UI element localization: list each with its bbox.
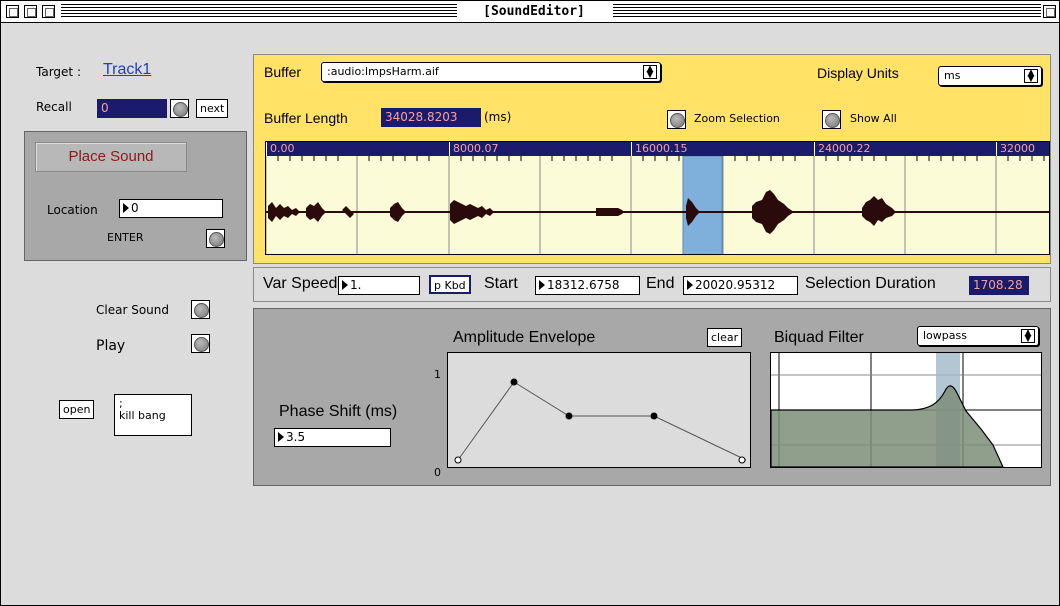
p-kbd-object[interactable]: p Kbd	[429, 275, 471, 294]
show-all-label: Show All	[850, 112, 897, 125]
envelope-point[interactable]	[454, 456, 462, 464]
effects-panel: Phase Shift (ms) 3.5 Amplitude Envelope …	[253, 308, 1051, 486]
title-bar[interactable]: [SoundEditor]	[1, 1, 1059, 23]
zoom-selection-button[interactable]	[667, 110, 686, 129]
filter-type-value: lowpass	[923, 329, 967, 342]
phase-shift-label: Phase Shift (ms)	[279, 403, 398, 420]
recall-button[interactable]	[170, 99, 189, 118]
waveform-view[interactable]: 0.00 8000.07 16000.15 24000.22 32000	[265, 141, 1050, 255]
buffer-file-menu[interactable]: :audio:ImpsHarm.aif ▲ ▼	[321, 62, 661, 82]
phase-shift-number-box[interactable]: 3.5	[274, 428, 391, 447]
waveform-svg	[266, 156, 1049, 254]
number-arrow-icon	[278, 431, 284, 442]
end-number-box[interactable]: 20020.95312	[683, 276, 798, 295]
amp-y-max-label: 1	[434, 368, 441, 381]
zoom-box-icon[interactable]	[1043, 5, 1056, 18]
amplitude-envelope-editor[interactable]	[447, 352, 751, 468]
popup-arrows-icon: ▲ ▼	[1024, 69, 1038, 84]
recall-label: Recall	[36, 100, 72, 114]
display-units-menu[interactable]: ms ▲ ▼	[938, 66, 1042, 86]
place-sound-button[interactable]: Place Sound	[35, 142, 187, 172]
window-title: [SoundEditor]	[459, 3, 609, 21]
display-units-label: Display Units	[817, 65, 899, 81]
title-bar-stripes	[613, 4, 1041, 19]
number-arrow-icon	[539, 279, 545, 290]
sound-editor-window: [SoundEditor] Target : Track1 Recall 0 n…	[0, 0, 1060, 606]
place-sound-panel: Place Sound Location 0 ENTER	[24, 131, 247, 261]
number-arrow-icon	[342, 279, 348, 290]
filter-type-menu[interactable]: lowpass ▲ ▼	[917, 326, 1039, 346]
amp-y-min-label: 0	[434, 466, 441, 479]
zoom-selection-label: Zoom Selection	[694, 112, 780, 125]
clear-sound-label: Clear Sound	[96, 303, 169, 317]
target-link[interactable]: Track1	[103, 61, 151, 79]
buffer-length-unit: (ms)	[484, 110, 512, 124]
ruler-tick-label: 0.00	[266, 142, 295, 156]
buffer-panel: Buffer :audio:ImpsHarm.aif ▲ ▼ Display Un…	[253, 54, 1051, 264]
biquad-filter-graph[interactable]	[770, 352, 1042, 468]
var-speed-number-box[interactable]: 1.	[338, 276, 420, 295]
buffer-file-value: :audio:ImpsHarm.aif	[327, 65, 439, 78]
show-all-button[interactable]	[822, 110, 841, 129]
message-line: kill bang	[119, 409, 166, 422]
filter-response-svg	[771, 353, 1041, 467]
play-button[interactable]	[191, 334, 210, 353]
enter-button[interactable]	[206, 229, 225, 248]
envelope-point[interactable]	[650, 412, 658, 420]
display-units-value: ms	[944, 69, 961, 82]
lock-box-icon[interactable]	[24, 5, 37, 18]
envelope-line	[457, 381, 747, 461]
clear-envelope-button[interactable]: clear	[707, 328, 743, 347]
target-label: Target :	[36, 65, 81, 79]
selection-duration-label: Selection Duration	[805, 275, 936, 292]
time-ruler[interactable]: 0.00 8000.07 16000.15 24000.22 32000	[266, 142, 1049, 156]
var-speed-value: 1.	[350, 278, 362, 292]
location-label: Location	[47, 203, 98, 217]
location-number-box[interactable]: 0	[119, 199, 223, 218]
number-arrow-icon	[123, 202, 129, 213]
number-arrow-icon	[687, 279, 693, 290]
title-bar-stripes	[61, 4, 457, 19]
start-value: 18312.6758	[547, 278, 620, 292]
end-value: 20020.95312	[695, 278, 776, 292]
buffer-length-label: Buffer Length	[264, 110, 348, 126]
message-box[interactable]: ; kill bang	[114, 394, 192, 436]
play-label: Play	[96, 338, 126, 354]
amplitude-envelope-title: Amplitude Envelope	[453, 329, 596, 346]
buffer-length-value: 34028.8203	[381, 108, 481, 127]
var-speed-label: Var Speed	[263, 275, 338, 292]
ruler-minor-ticks	[266, 156, 1045, 254]
ruler-tick-label: 8000.07	[449, 142, 499, 156]
end-label: End	[646, 275, 675, 292]
start-number-box[interactable]: 18312.6758	[535, 276, 640, 295]
envelope-point[interactable]	[510, 378, 518, 386]
clear-sound-button[interactable]	[191, 300, 210, 319]
recall-number-box[interactable]: 0	[97, 99, 167, 118]
popup-arrows-icon: ▲ ▼	[643, 65, 657, 80]
ruler-tick-label: 32000	[996, 142, 1035, 156]
filter-response-curve	[771, 385, 1004, 467]
ruler-tick-label: 24000.22	[814, 142, 871, 156]
biquad-filter-title: Biquad Filter	[774, 329, 864, 346]
selection-duration-value: 1708.28	[969, 276, 1029, 295]
buffer-label: Buffer	[264, 64, 302, 80]
location-value: 0	[131, 201, 139, 215]
next-button[interactable]: next	[196, 99, 229, 118]
ruler-tick-label: 16000.15	[631, 142, 688, 156]
info-box-icon[interactable]	[42, 5, 55, 18]
start-label: Start	[484, 275, 518, 292]
enter-label: ENTER	[107, 231, 144, 244]
open-button[interactable]: open	[59, 400, 95, 419]
playback-controls-bar: Var Speed 1. p Kbd Start 18312.6758 End …	[253, 267, 1051, 302]
close-box-icon[interactable]	[6, 5, 19, 18]
phase-shift-value: 3.5	[286, 430, 306, 444]
envelope-point[interactable]	[565, 412, 573, 420]
envelope-svg	[454, 378, 747, 464]
envelope-point[interactable]	[738, 456, 746, 464]
popup-arrows-icon: ▲ ▼	[1021, 329, 1035, 344]
